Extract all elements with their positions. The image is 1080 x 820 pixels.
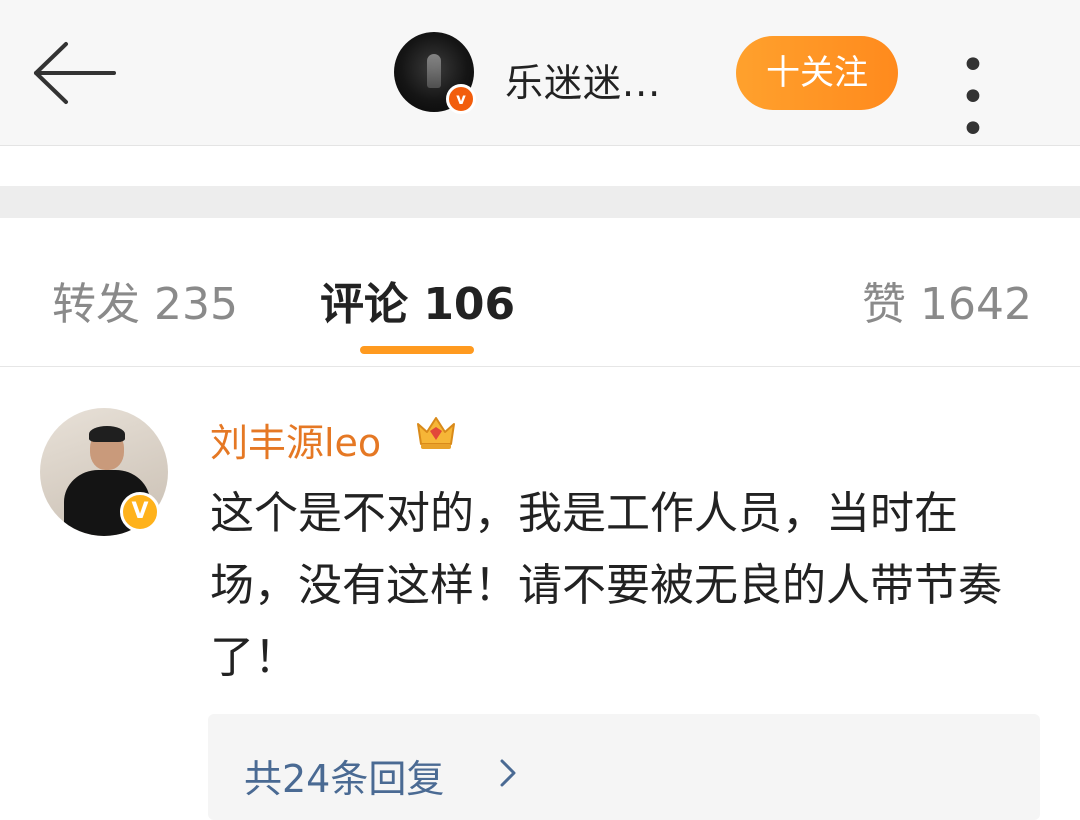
verified-badge-icon: v [446,84,476,114]
commenter-name[interactable]: 刘丰源leo [210,412,381,467]
top-nav-bar: v 乐迷迷... 十关注 • • • [0,0,1080,152]
comment-text: 这个是不对的，我是工作人员，当时在场，没有这样！请不要被无良的人带节奏了！ [210,488,1002,683]
tab-reposts[interactable]: 转发 235 [52,268,238,332]
crown-icon [417,417,455,449]
chevron-right-icon [500,759,516,787]
more-dots-icon[interactable]: • • • [960,44,1050,152]
post-bottom-strip [0,146,1080,186]
tab-bar: 转发 235 评论 106 赞 1642 [0,218,1080,367]
tab-likes[interactable]: 赞 1642 [862,268,1032,332]
view-replies-link[interactable]: 共24条回复 [244,748,444,803]
follow-button[interactable]: 十关注 [736,36,898,110]
account-name[interactable]: 乐迷迷... [505,52,661,107]
avatar-figure [427,54,441,88]
account-avatar[interactable]: v [394,32,476,114]
replies-box[interactable]: 共24条回复 [208,714,1040,820]
avatar-hair [89,426,125,442]
verified-gold-badge-icon: V [120,492,160,532]
arrow-left-icon [34,42,116,104]
tab-comments[interactable]: 评论 106 [320,268,515,332]
weibo-comment-page: v 乐迷迷... 十关注 • • • 转发 235 评论 106 赞 1642 … [0,0,1080,820]
section-divider [0,186,1080,218]
back-button[interactable] [28,38,118,108]
active-tab-indicator [360,346,474,354]
